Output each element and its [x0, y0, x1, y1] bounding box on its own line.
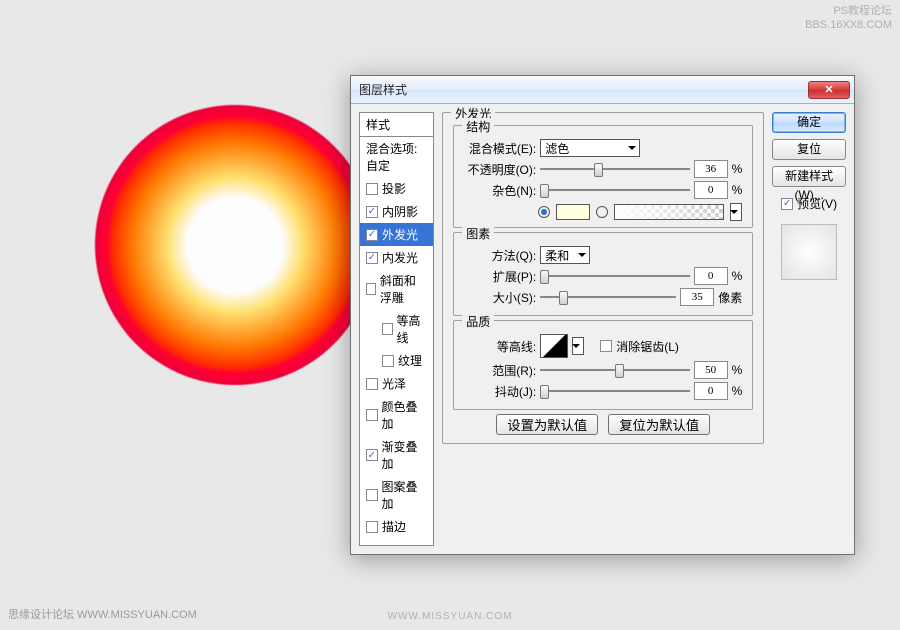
- range-slider[interactable]: [540, 363, 689, 377]
- spread-value[interactable]: 0: [694, 267, 728, 285]
- opacity-value[interactable]: 36: [694, 160, 728, 178]
- style-item-7[interactable]: 纹理: [360, 349, 433, 372]
- style-checkbox[interactable]: [366, 489, 378, 501]
- noise-slider[interactable]: [540, 183, 689, 197]
- background-gradient-circle: [95, 105, 375, 385]
- style-checkbox[interactable]: [366, 449, 378, 461]
- style-item-12[interactable]: 描边: [360, 515, 433, 538]
- preview-checkbox[interactable]: [781, 198, 793, 210]
- outer-glow-group: 外发光 结构 混合模式(E): 滤色 不透明度(O): 36 % 杂色(N):: [442, 112, 764, 444]
- style-item-3[interactable]: 外发光: [360, 223, 433, 246]
- titlebar[interactable]: 图层样式 ✕: [351, 76, 854, 104]
- watermark-top: PS教程论坛 BBS.16XX8.COM: [805, 4, 892, 32]
- style-item-6[interactable]: 等高线: [360, 309, 433, 349]
- noise-value[interactable]: 0: [694, 181, 728, 199]
- preview-label: 预览(V): [797, 195, 837, 212]
- style-checkbox[interactable]: [366, 183, 378, 195]
- style-label: 颜色叠加: [382, 398, 428, 432]
- antialias-checkbox[interactable]: [600, 340, 612, 352]
- styles-list: 混合选项:自定投影内阴影外发光内发光斜面和浮雕等高线纹理光泽颜色叠加渐变叠加图案…: [359, 137, 434, 546]
- opacity-label: 不透明度(O):: [464, 161, 536, 178]
- preview-thumbnail: [781, 224, 837, 280]
- gradient-radio[interactable]: [596, 206, 608, 218]
- spread-label: 扩展(P):: [464, 268, 536, 285]
- structure-box: 结构 混合模式(E): 滤色 不透明度(O): 36 % 杂色(N):: [453, 125, 753, 228]
- ok-button[interactable]: 确定: [772, 112, 846, 133]
- style-label: 斜面和浮雕: [380, 272, 427, 306]
- reset-default-button[interactable]: 复位为默认值: [608, 414, 710, 435]
- style-label: 图案叠加: [382, 478, 428, 512]
- style-checkbox[interactable]: [366, 252, 378, 264]
- noise-label: 杂色(N):: [464, 182, 536, 199]
- style-checkbox[interactable]: [366, 378, 378, 390]
- style-item-1[interactable]: 投影: [360, 177, 433, 200]
- close-button[interactable]: ✕: [808, 81, 850, 99]
- style-item-4[interactable]: 内发光: [360, 246, 433, 269]
- style-label: 渐变叠加: [382, 438, 428, 472]
- style-label: 外发光: [382, 226, 418, 243]
- watermark-bottom-center: WWW.MISSYUAN.COM: [388, 611, 513, 622]
- size-label: 大小(S):: [464, 289, 536, 306]
- layer-style-dialog: 图层样式 ✕ 样式 混合选项:自定投影内阴影外发光内发光斜面和浮雕等高线纹理光泽…: [350, 75, 855, 555]
- reset-button[interactable]: 复位: [772, 139, 846, 160]
- blend-mode-select[interactable]: 滤色: [540, 139, 640, 157]
- gradient-dropdown[interactable]: [730, 203, 742, 221]
- watermark-bottom-left: 思缘设计论坛 WWW.MISSYUAN.COM: [8, 606, 197, 622]
- quality-box: 品质 等高线: 消除锯齿(L) 范围(R): 50 %: [453, 320, 753, 410]
- style-item-2[interactable]: 内阴影: [360, 200, 433, 223]
- contour-picker[interactable]: [540, 334, 568, 358]
- style-checkbox[interactable]: [382, 355, 394, 367]
- style-label: 描边: [382, 518, 406, 535]
- method-select[interactable]: 柔和: [540, 246, 590, 264]
- size-value[interactable]: 35: [680, 288, 714, 306]
- style-checkbox[interactable]: [366, 206, 378, 218]
- style-item-0[interactable]: 混合选项:自定: [360, 137, 433, 177]
- style-checkbox[interactable]: [366, 409, 378, 421]
- style-label: 光泽: [382, 375, 406, 392]
- style-label: 内发光: [382, 249, 418, 266]
- opacity-slider[interactable]: [540, 162, 689, 176]
- size-slider[interactable]: [540, 290, 676, 304]
- contour-label: 等高线:: [464, 338, 536, 355]
- gradient-swatch[interactable]: [614, 204, 724, 220]
- elements-box: 图素 方法(Q): 柔和 扩展(P): 0 % 大小(S): 35: [453, 232, 753, 316]
- antialias-label: 消除锯齿(L): [616, 338, 679, 355]
- color-radio[interactable]: [538, 206, 550, 218]
- blend-mode-label: 混合模式(E):: [464, 140, 536, 157]
- range-value[interactable]: 50: [694, 361, 728, 379]
- style-checkbox[interactable]: [382, 323, 393, 335]
- dialog-title: 图层样式: [359, 81, 808, 98]
- new-style-button[interactable]: 新建样式(W)...: [772, 166, 846, 187]
- style-checkbox[interactable]: [366, 283, 376, 295]
- styles-header[interactable]: 样式: [359, 112, 434, 137]
- style-label: 等高线: [397, 312, 428, 346]
- method-label: 方法(Q):: [464, 247, 536, 264]
- style-item-10[interactable]: 渐变叠加: [360, 435, 433, 475]
- style-label: 投影: [382, 180, 406, 197]
- style-label: 内阴影: [382, 203, 418, 220]
- style-item-8[interactable]: 光泽: [360, 372, 433, 395]
- jitter-label: 抖动(J):: [464, 383, 536, 400]
- contour-dropdown[interactable]: [572, 337, 584, 355]
- style-checkbox[interactable]: [366, 521, 378, 533]
- jitter-value[interactable]: 0: [694, 382, 728, 400]
- color-swatch[interactable]: [556, 204, 590, 220]
- style-label: 混合选项:自定: [366, 140, 427, 174]
- style-item-9[interactable]: 颜色叠加: [360, 395, 433, 435]
- range-label: 范围(R):: [464, 362, 536, 379]
- style-item-11[interactable]: 图案叠加: [360, 475, 433, 515]
- jitter-slider[interactable]: [540, 384, 689, 398]
- spread-slider[interactable]: [540, 269, 689, 283]
- set-default-button[interactable]: 设置为默认值: [496, 414, 598, 435]
- style-item-5[interactable]: 斜面和浮雕: [360, 269, 433, 309]
- style-label: 纹理: [398, 352, 422, 369]
- style-checkbox[interactable]: [366, 229, 378, 241]
